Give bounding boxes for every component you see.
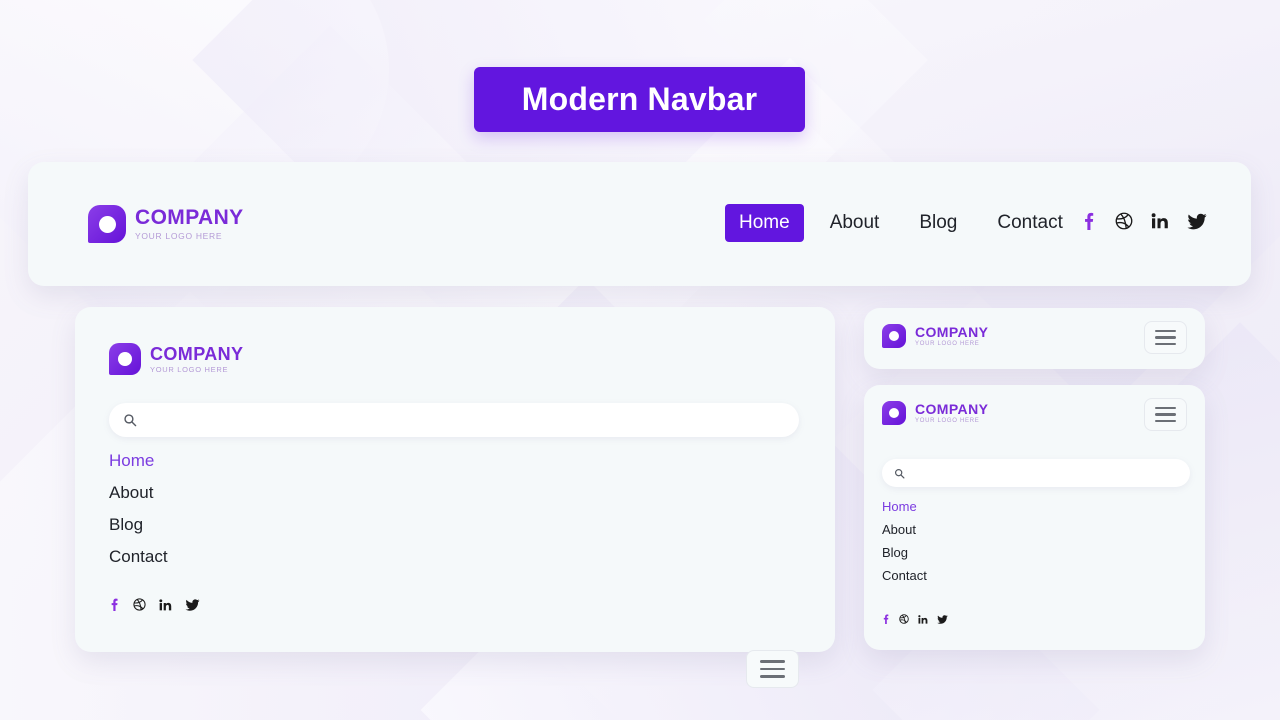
brand-text: COMPANY YOUR LOGO HERE: [915, 402, 988, 425]
twitter-icon[interactable]: [1187, 213, 1207, 230]
nav-links-desktop: Home About Blog Contact: [725, 204, 1089, 242]
brand-name: COMPANY: [135, 206, 244, 230]
brand-tagline: YOUR LOGO HERE: [915, 418, 980, 425]
brand-tagline: YOUR LOGO HERE: [915, 341, 980, 348]
nav-link-home[interactable]: Home: [725, 204, 804, 242]
brand-name: COMPANY: [915, 400, 989, 417]
search-icon: [894, 468, 905, 479]
brand-tagline: YOUR LOGO HERE: [150, 364, 229, 374]
social-links-mobile: [882, 614, 948, 624]
page-title-badge: Modern Navbar: [474, 67, 805, 132]
brand-text: COMPANY YOUR LOGO HERE: [150, 345, 243, 374]
twitter-icon[interactable]: [185, 598, 200, 611]
nav-link-blog[interactable]: Blog: [109, 515, 168, 535]
facebook-icon[interactable]: [882, 614, 890, 624]
hamburger-menu-icon[interactable]: [746, 650, 799, 688]
dribbble-icon[interactable]: [133, 598, 146, 611]
nav-link-contact[interactable]: Contact: [983, 204, 1076, 242]
linkedin-icon[interactable]: [159, 598, 172, 611]
logo-inner-circle: [889, 408, 899, 418]
logo-mark-icon: [882, 401, 906, 425]
brand-text: COMPANY YOUR LOGO HERE: [915, 325, 988, 348]
logo-inner-circle: [889, 331, 899, 341]
facebook-icon[interactable]: [1081, 212, 1097, 230]
search-bar-tablet[interactable]: [109, 403, 799, 437]
dribbble-icon[interactable]: [899, 614, 909, 624]
search-icon: [123, 413, 137, 427]
facebook-icon[interactable]: [109, 598, 120, 611]
search-input-mobile[interactable]: [913, 465, 1178, 481]
linkedin-icon[interactable]: [1151, 213, 1169, 229]
social-links-desktop: [1081, 212, 1207, 230]
nav-link-contact[interactable]: Contact: [109, 547, 168, 567]
logo-mark-icon: [88, 205, 126, 243]
brand-logo-mobile-expanded[interactable]: COMPANY YOUR LOGO HERE: [882, 401, 988, 425]
nav-link-blog[interactable]: Blog: [905, 204, 971, 242]
navbar-desktop: COMPANY YOUR LOGO HERE Home About Blog C…: [28, 162, 1251, 404]
nav-link-about[interactable]: About: [882, 522, 927, 537]
logo-mark-icon: [109, 343, 141, 375]
brand-tagline: YOUR LOGO HERE: [135, 231, 223, 242]
dribbble-icon[interactable]: [1115, 212, 1133, 230]
hamburger-menu-icon[interactable]: [1144, 398, 1187, 431]
brand-text: COMPANY YOUR LOGO HERE: [135, 207, 244, 241]
linkedin-icon[interactable]: [918, 614, 928, 624]
social-links-tablet: [109, 598, 200, 611]
search-input-tablet[interactable]: [146, 412, 785, 428]
navbar-mobile-expanded: COMPANY YOUR LOGO HERE Home About Blog C…: [864, 385, 1205, 650]
logo-inner-circle: [118, 352, 132, 366]
logo-inner-circle: [98, 215, 116, 233]
nav-link-blog[interactable]: Blog: [882, 545, 927, 560]
nav-link-home[interactable]: Home: [882, 499, 927, 514]
twitter-icon[interactable]: [937, 614, 948, 624]
nav-link-contact[interactable]: Contact: [882, 568, 927, 583]
search-bar-mobile[interactable]: [882, 459, 1190, 487]
page-title: Modern Navbar: [521, 81, 758, 117]
nav-link-about[interactable]: About: [109, 483, 168, 503]
nav-links-mobile: Home About Blog Contact: [882, 499, 927, 583]
brand-logo-desktop[interactable]: COMPANY YOUR LOGO HERE: [88, 205, 244, 243]
brand-logo-mobile-collapsed[interactable]: COMPANY YOUR LOGO HERE: [882, 324, 988, 348]
nav-links-tablet: Home About Blog Contact: [109, 451, 168, 567]
navbar-mobile-collapsed: COMPANY YOUR LOGO HERE: [864, 308, 1205, 369]
brand-logo-tablet[interactable]: COMPANY YOUR LOGO HERE: [109, 343, 243, 375]
brand-name: COMPANY: [150, 343, 244, 364]
nav-link-about[interactable]: About: [816, 204, 894, 242]
navbar-tablet: COMPANY YOUR LOGO HERE Home About Blog C…: [75, 307, 835, 688]
brand-name: COMPANY: [915, 323, 989, 340]
logo-mark-icon: [882, 324, 906, 348]
hamburger-menu-icon[interactable]: [1144, 321, 1187, 354]
nav-link-home[interactable]: Home: [109, 451, 168, 471]
